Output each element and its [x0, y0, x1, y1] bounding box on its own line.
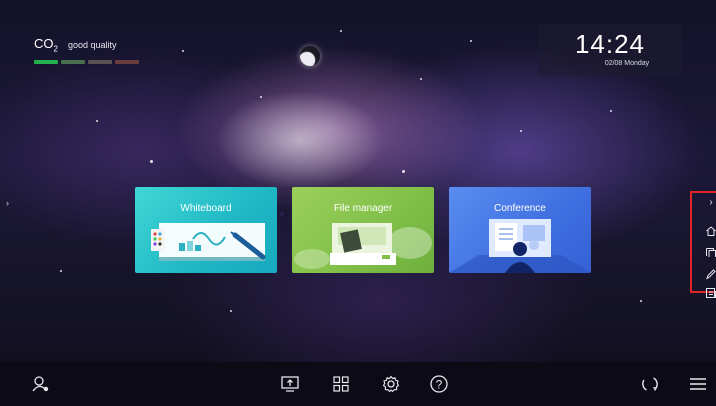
co2-level-bars — [34, 59, 139, 64]
left-sidebar-handle[interactable]: › — [6, 198, 16, 212]
window-icon[interactable] — [705, 246, 716, 258]
app-card-file-manager[interactable]: File manager — [292, 187, 434, 273]
co2-bar-3 — [88, 59, 112, 64]
bottom-taskbar: ? — [0, 362, 716, 406]
side-toolbar: › — [690, 191, 716, 298]
user-settings-icon[interactable] — [31, 374, 51, 394]
co2-label: CO2 — [34, 36, 58, 54]
menu-icon[interactable] — [688, 374, 708, 394]
clock-time: 14:24 — [574, 29, 646, 59]
co2-bar-4 — [115, 59, 139, 64]
chevron-right-icon[interactable]: › — [705, 197, 716, 209]
settings-gear-icon[interactable] — [381, 374, 401, 394]
app-card-conference[interactable]: Conference — [449, 187, 591, 273]
apps-grid-icon[interactable] — [331, 374, 351, 394]
screen-share-icon[interactable] — [280, 374, 300, 394]
app-card-whiteboard[interactable]: Whiteboard — [135, 187, 277, 273]
whiteboard-illustration-icon — [151, 223, 266, 261]
file-manager-illustration-icon — [294, 223, 432, 269]
screenshot-icon[interactable] — [705, 287, 716, 299]
co2-status: good quality — [67, 40, 117, 50]
co2-widget: CO2 good quality — [34, 36, 139, 64]
co2-bar-1 — [34, 59, 58, 64]
home-icon[interactable] — [705, 225, 716, 237]
conference-illustration-icon — [449, 219, 591, 273]
clock-date: 02/08 Monday — [604, 60, 650, 67]
refresh-icon[interactable] — [640, 374, 660, 394]
co2-bar-2 — [61, 59, 85, 64]
help-glyph: ? — [436, 378, 443, 392]
moon-icon — [300, 46, 320, 66]
clock-widget: 14:24 02/08 Monday — [538, 24, 682, 76]
pen-icon[interactable] — [705, 268, 716, 280]
help-icon[interactable]: ? — [429, 374, 449, 394]
